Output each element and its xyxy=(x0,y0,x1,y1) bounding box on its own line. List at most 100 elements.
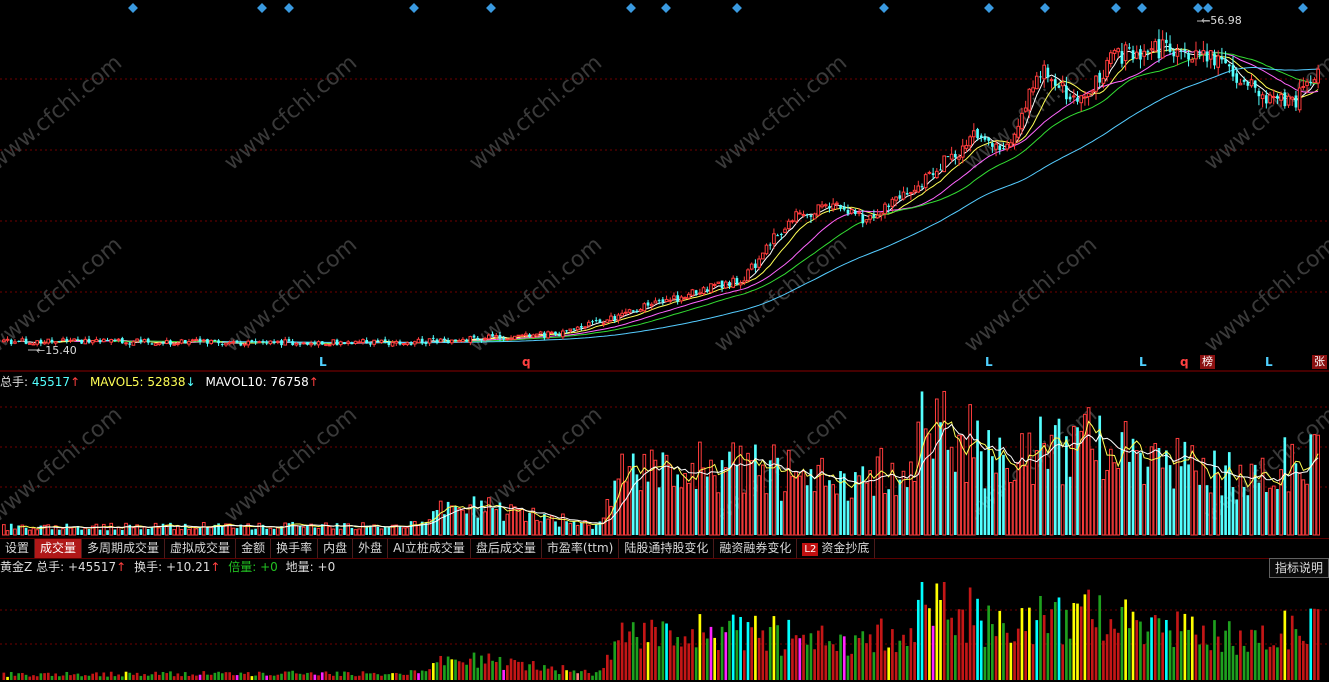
candle-body-up xyxy=(605,319,610,323)
volume-bar-down xyxy=(676,474,679,535)
volume-bar-up xyxy=(294,525,299,536)
volume-bar-up xyxy=(116,526,121,536)
golden-z-bar xyxy=(805,644,809,680)
volume-bars[interactable] xyxy=(2,390,1320,536)
candle-body-down xyxy=(861,214,865,224)
volume-bar-down xyxy=(198,527,202,535)
tab-multi-period-volume[interactable]: 多周期成交量 xyxy=(82,539,166,558)
watermark-text: www.cfchi.com xyxy=(465,50,607,175)
volume-bar-down xyxy=(580,522,583,535)
volume-bar-up xyxy=(505,513,510,536)
volume-bar-up xyxy=(275,527,280,536)
tab-amount[interactable]: 金额 xyxy=(236,539,272,558)
candle-body-down xyxy=(998,145,1002,151)
candle-body-down xyxy=(398,341,402,345)
golden-z-bar xyxy=(317,675,320,680)
golden-z-bar xyxy=(972,625,976,680)
golden-z-bar xyxy=(13,675,17,680)
volume-bar-down xyxy=(65,523,69,535)
candle-body-up xyxy=(227,341,232,345)
golden-z-bar xyxy=(413,670,417,680)
watermark-text: www.cfchi.com xyxy=(960,232,1102,357)
indicator-help-button[interactable]: 指标说明 xyxy=(1268,558,1329,578)
volume-bar-down xyxy=(1120,432,1124,535)
tab-virtual-volume[interactable]: 虚拟成交量 xyxy=(165,539,237,558)
volume-bar-up xyxy=(783,491,787,536)
volume-bar-up xyxy=(798,475,802,536)
volume-bar-down xyxy=(846,500,850,535)
tab-ai-volume[interactable]: AI立桩成交量 xyxy=(388,539,471,558)
high-price-label: ←56.98 xyxy=(1201,14,1242,27)
golden-z-bars[interactable] xyxy=(2,582,1320,680)
candle-body-up xyxy=(31,343,36,346)
volume-bar-up xyxy=(968,404,972,536)
golden-z-bar xyxy=(779,655,783,680)
volume-bar-up xyxy=(324,522,328,536)
candle-body-down xyxy=(1002,148,1005,150)
golden-z-bar xyxy=(250,676,254,680)
golden-z-bar xyxy=(324,671,328,680)
golden-z-bar xyxy=(294,673,298,680)
volume-bar-up xyxy=(257,522,262,536)
candle-body-up xyxy=(401,343,406,346)
golden-z-bar xyxy=(261,672,265,680)
candle-body-up xyxy=(812,213,817,220)
tab-inner-volume[interactable]: 内盘 xyxy=(318,539,354,558)
volume-bar-up xyxy=(1027,432,1032,536)
volume-bar-down xyxy=(1131,438,1135,535)
candle-body-up xyxy=(483,337,487,340)
volume-bar-up xyxy=(1123,421,1128,536)
golden-z-bar xyxy=(768,627,772,680)
tab-outer-volume[interactable]: 外盘 xyxy=(353,539,389,558)
golden-z-bar xyxy=(668,630,672,680)
candle-body-up xyxy=(512,335,517,340)
candle-body-down xyxy=(920,186,924,188)
candle-body-up xyxy=(309,342,313,346)
candle-body-down xyxy=(365,339,369,344)
candle-body-down xyxy=(150,343,154,345)
golden-z-bar xyxy=(476,667,480,680)
golden-z-bar xyxy=(587,673,591,680)
tab-turnover-rate[interactable]: 换手率 xyxy=(271,539,319,558)
tab-after-hours-volume[interactable]: 盘后成交量 xyxy=(471,539,542,558)
candle-body-up xyxy=(934,170,939,179)
golden-z-bar xyxy=(39,673,43,680)
golden-z-bar xyxy=(354,676,357,680)
candle-body-down xyxy=(598,319,602,323)
volume-bar-up xyxy=(764,493,769,536)
golden-z-bar xyxy=(383,674,387,680)
golden-z-bar xyxy=(76,673,80,680)
golden-z-bar xyxy=(557,674,561,680)
volume-bar-down xyxy=(565,521,568,535)
volume-bar-down xyxy=(435,509,439,535)
golden-z-bar xyxy=(572,670,576,680)
volume-bar-down xyxy=(387,526,391,535)
candle-body-down xyxy=(1205,51,1209,62)
tab-volume[interactable]: 成交量 xyxy=(35,539,83,558)
volume-bar-up xyxy=(957,434,961,536)
stock-chart-canvas[interactable]: www.cfchi.com www.cfchi.com www.cfchi.com w… xyxy=(0,0,1329,682)
golden-z-bar xyxy=(46,672,50,680)
tab-margin-change[interactable]: 融资融券变化 xyxy=(714,539,798,558)
candle-body-up xyxy=(849,209,854,214)
golden-z-bar xyxy=(909,628,913,680)
tab-northbound-holdings[interactable]: 陆股通持股变化 xyxy=(619,539,715,558)
golden-z-bar xyxy=(680,646,683,680)
tab-settings[interactable]: 设置 xyxy=(0,539,36,558)
volume-bar-up xyxy=(664,454,669,536)
tab-fund-bottom[interactable]: L2 资金抄底 xyxy=(797,539,876,558)
golden-z-bar xyxy=(1046,633,1050,680)
candle-body-up xyxy=(194,338,199,341)
golden-z-bar xyxy=(124,671,128,680)
tab-pe-ttm[interactable]: 市盈率(ttm) xyxy=(542,539,620,558)
golden-z-bar xyxy=(765,650,768,680)
golden-z-bar xyxy=(24,674,28,680)
golden-z-bar xyxy=(91,673,95,680)
candlesticks[interactable] xyxy=(2,29,1320,348)
golden-z-bar xyxy=(1068,638,1072,680)
limit-up-badge[interactable]: 张 xyxy=(1312,355,1327,369)
event-markers[interactable] xyxy=(128,3,1308,13)
rank-badge[interactable]: 榜 xyxy=(1200,355,1215,369)
candle-body-up xyxy=(61,338,65,341)
golden-z-bar xyxy=(665,623,668,680)
